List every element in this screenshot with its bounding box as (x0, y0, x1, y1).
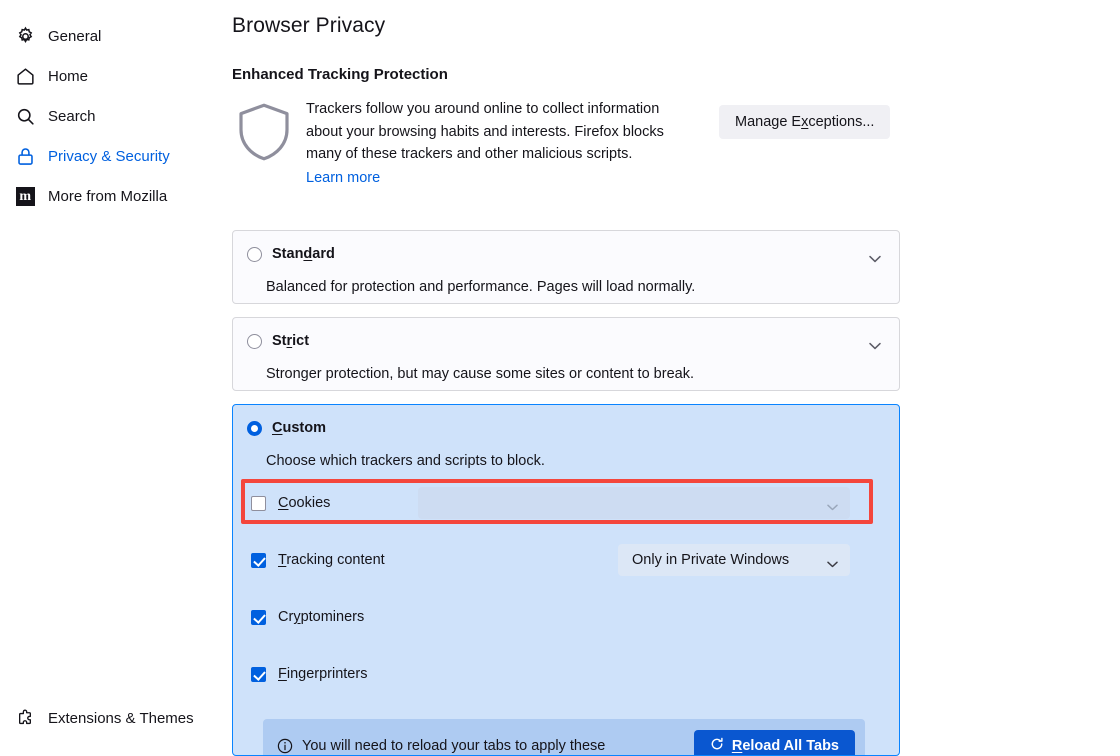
reload-button-label: Reload All Tabs (731, 738, 839, 754)
manage-exceptions-label-pre: Manage E (735, 114, 802, 130)
sidebar-item-label: Home (48, 67, 89, 85)
sidebar-item-label: Search (48, 107, 96, 125)
gear-icon (14, 25, 36, 47)
cryptominers-access-key: y (293, 609, 301, 625)
sidebar-item-label: Extensions & Themes (48, 709, 194, 727)
main-content: Browser Privacy Enhanced Tracking Protec… (232, 0, 1120, 756)
custom-option-description: Choose which trackers and scripts to blo… (266, 453, 545, 469)
fingerprinters-access-key: F (278, 666, 287, 682)
cryptominers-label: Cryptominers (278, 609, 365, 625)
etp-option-strict[interactable]: Strict Stronger protection, but may caus… (232, 317, 900, 391)
chevron-down-icon[interactable] (869, 250, 881, 263)
puzzle-piece-icon (14, 707, 36, 729)
chevron-down-icon[interactable] (869, 337, 881, 350)
tracking-content-checkbox[interactable] (251, 552, 266, 568)
sidebar-bottom-section: Extensions & Themes (0, 694, 232, 742)
sidebar-item-label: More from Mozilla (48, 187, 168, 205)
manage-exceptions-label-post: ceptions... (808, 114, 875, 130)
sidebar-navigation: General Home Search Privacy & Security m… (0, 0, 232, 756)
shield-outline-icon (235, 101, 293, 163)
custom-option-label: Custom (272, 420, 326, 436)
standard-access-key: d (303, 246, 313, 262)
cookies-dropdown (418, 487, 850, 519)
custom-row-cryptominers: Cryptominers (251, 602, 883, 632)
etp-description: Trackers follow you around online to col… (306, 98, 698, 189)
tracking-content-label: Tracking content (278, 552, 385, 568)
page-title: Browser Privacy (232, 14, 386, 37)
etp-option-standard[interactable]: Standard Balanced for protection and per… (232, 230, 900, 304)
custom-radio-button[interactable] (247, 420, 262, 436)
tracking-content-dropdown[interactable]: Only in Private Windows (618, 544, 850, 576)
lock-icon (14, 145, 36, 167)
sidebar-item-privacy-security[interactable]: Privacy & Security (6, 140, 222, 172)
section-title: Enhanced Tracking Protection (232, 66, 448, 83)
sidebar-item-label: Privacy & Security (48, 147, 170, 165)
manage-exceptions-button[interactable]: Manage Exceptions... (719, 105, 891, 139)
sidebar-item-extensions-themes[interactable]: Extensions & Themes (6, 702, 222, 734)
custom-access-key: C (272, 420, 283, 436)
home-icon (14, 65, 36, 87)
tracking-content-dropdown-value: Only in Private Windows (632, 552, 790, 568)
strict-radio-button[interactable] (247, 333, 262, 349)
standard-option-label: Standard (272, 246, 335, 262)
refresh-icon (710, 737, 724, 755)
cookies-access-key: C (278, 495, 289, 511)
etp-description-text: Trackers follow you around online to col… (306, 101, 664, 162)
mozilla-badge: m (15, 186, 35, 206)
strict-option-label: Strict (272, 333, 310, 349)
sidebar-item-label: General (48, 27, 102, 45)
fingerprinters-label: Fingerprinters (278, 666, 368, 682)
sidebar-item-general[interactable]: General (6, 20, 222, 52)
strict-option-description: Stronger protection, but may cause some … (266, 366, 694, 382)
search-icon (14, 105, 36, 127)
standard-radio-button[interactable] (247, 246, 262, 262)
chevron-down-icon (827, 556, 838, 568)
custom-row-fingerprinters: Fingerprinters (251, 659, 883, 689)
standard-option-description: Balanced for protection and performance.… (266, 279, 696, 295)
cookies-checkbox[interactable] (251, 495, 266, 511)
reload-tabs-notification: You will need to reload your tabs to app… (263, 719, 865, 755)
chevron-down-icon (827, 499, 838, 511)
standard-option-header: Standard (247, 246, 335, 262)
sidebar-item-more-from-mozilla[interactable]: m More from Mozilla (6, 180, 222, 212)
mozilla-m-icon: m (14, 185, 36, 207)
reload-all-tabs-button[interactable]: Reload All Tabs (693, 730, 855, 755)
learn-more-link[interactable]: Learn more (306, 167, 698, 190)
sidebar-item-home[interactable]: Home (6, 60, 222, 92)
custom-option-header: Custom (247, 420, 326, 436)
cryptominers-checkbox[interactable] (251, 609, 266, 625)
cookies-label: Cookies (278, 495, 331, 511)
fingerprinters-checkbox[interactable] (251, 666, 266, 682)
etp-option-custom[interactable]: Custom Choose which trackers and scripts… (232, 404, 900, 756)
preferences-window: General Home Search Privacy & Security m… (0, 0, 1120, 756)
reload-notice-text: You will need to reload your tabs to app… (302, 737, 606, 754)
info-circle-icon (277, 738, 293, 754)
reload-access-key: R (731, 738, 743, 754)
strict-option-header: Strict (247, 333, 309, 349)
sidebar-item-search[interactable]: Search (6, 100, 222, 132)
